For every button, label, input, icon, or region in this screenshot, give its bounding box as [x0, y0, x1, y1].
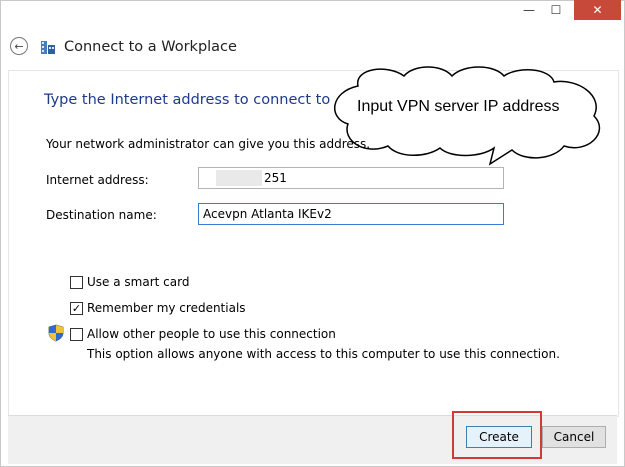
maximize-button[interactable]: ☐ — [543, 0, 569, 20]
minimize-button[interactable]: — — [516, 0, 542, 20]
internet-address-label: Internet address: — [46, 173, 149, 187]
allow-others-checkbox[interactable] — [70, 328, 83, 341]
destination-name-label: Destination name: — [46, 208, 157, 222]
destination-name-field[interactable] — [198, 203, 504, 225]
allow-others-label[interactable]: Allow other people to use this connectio… — [87, 327, 336, 341]
page-heading: Type the Internet address to connect to — [44, 92, 331, 108]
uac-shield-icon — [48, 324, 64, 342]
address-description: Your network administrator can give you … — [46, 137, 371, 151]
redacted-address-part — [216, 170, 262, 186]
create-highlight-box — [452, 411, 542, 459]
internet-address-value: 251 — [264, 171, 287, 185]
cancel-button[interactable]: Cancel — [542, 426, 606, 448]
close-button[interactable]: ✕ — [574, 0, 621, 20]
allow-others-description: This option allows anyone with access to… — [87, 347, 560, 361]
back-arrow-icon[interactable]: ← — [10, 37, 28, 55]
workplace-icon — [41, 41, 55, 54]
wizard-title: Connect to a Workplace — [64, 39, 237, 55]
smart-card-checkbox[interactable] — [70, 276, 83, 289]
callout-bubble — [333, 66, 601, 166]
title-bar: — ☐ ✕ — [0, 0, 623, 28]
callout-text: Input VPN server IP address — [357, 98, 560, 115]
remember-credentials-label[interactable]: Remember my credentials — [87, 301, 246, 315]
remember-credentials-checkbox[interactable]: ✓ — [70, 302, 83, 315]
smart-card-label[interactable]: Use a smart card — [87, 275, 189, 289]
